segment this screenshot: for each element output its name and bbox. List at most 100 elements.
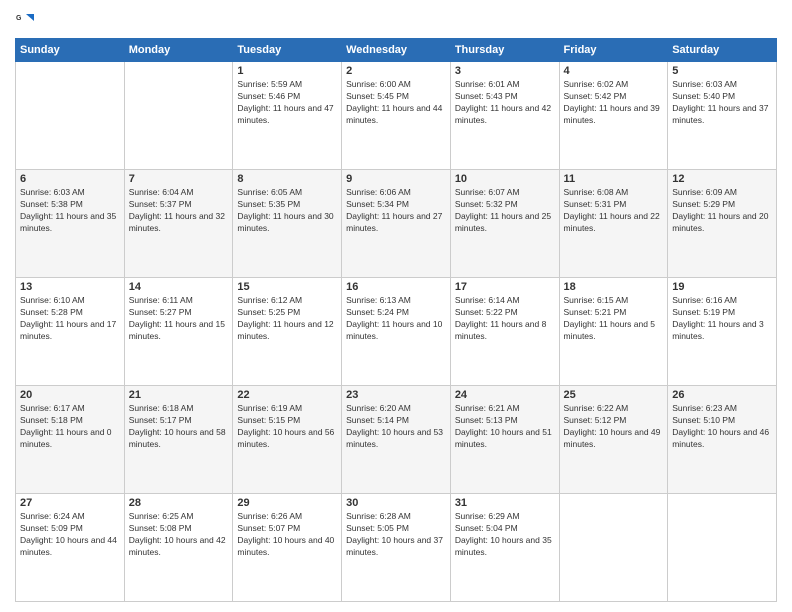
day-number: 7 xyxy=(129,173,229,185)
calendar-day-cell: 26 Sunrise: 6:23 AM Sunset: 5:10 PM Dayli… xyxy=(668,386,777,494)
calendar-day-cell: 17 Sunrise: 6:14 AM Sunset: 5:22 PM Dayli… xyxy=(450,278,559,386)
day-number: 31 xyxy=(455,497,555,509)
day-info: Sunrise: 6:05 AM Sunset: 5:35 PM Dayligh… xyxy=(237,187,337,235)
calendar-day-cell: 16 Sunrise: 6:13 AM Sunset: 5:24 PM Dayli… xyxy=(342,278,451,386)
calendar-day-cell: 28 Sunrise: 6:25 AM Sunset: 5:08 PM Dayli… xyxy=(124,494,233,602)
calendar-day-cell: 25 Sunrise: 6:22 AM Sunset: 5:12 PM Dayli… xyxy=(559,386,668,494)
calendar-week-row: 1Sunrise: 5:59 AM Sunset: 5:46 PM Daylig… xyxy=(16,62,777,170)
calendar-day-cell: 12 Sunrise: 6:09 AM Sunset: 5:29 PM Dayli… xyxy=(668,170,777,278)
calendar-day-cell: 14Sunrise: 6:11 AM Sunset: 5:27 PM Dayli… xyxy=(124,278,233,386)
day-number: 6 xyxy=(20,173,120,185)
calendar-day-cell: 6 Sunrise: 6:03 AM Sunset: 5:38 PM Daylig… xyxy=(16,170,125,278)
day-info: Sunrise: 6:06 AM Sunset: 5:34 PM Dayligh… xyxy=(346,187,446,235)
calendar-week-row: 13 Sunrise: 6:10 AM Sunset: 5:28 PM Dayli… xyxy=(16,278,777,386)
day-number: 25 xyxy=(564,389,664,401)
calendar-day-cell: 13 Sunrise: 6:10 AM Sunset: 5:28 PM Dayli… xyxy=(16,278,125,386)
calendar-day-cell xyxy=(559,494,668,602)
day-info: Sunrise: 6:02 AM Sunset: 5:42 PM Dayligh… xyxy=(564,79,664,127)
calendar-day-cell: 23Sunrise: 6:20 AM Sunset: 5:14 PM Dayli… xyxy=(342,386,451,494)
header: G xyxy=(15,10,777,30)
day-number: 24 xyxy=(455,389,555,401)
day-info: Sunrise: 6:10 AM Sunset: 5:28 PM Dayligh… xyxy=(20,295,120,343)
day-number: 2 xyxy=(346,65,446,77)
calendar-day-cell: 29Sunrise: 6:26 AM Sunset: 5:07 PM Dayli… xyxy=(233,494,342,602)
calendar-day-cell xyxy=(668,494,777,602)
day-info: Sunrise: 6:08 AM Sunset: 5:31 PM Dayligh… xyxy=(564,187,664,235)
calendar-day-cell: 1Sunrise: 5:59 AM Sunset: 5:46 PM Daylig… xyxy=(233,62,342,170)
day-number: 20 xyxy=(20,389,120,401)
day-info: Sunrise: 6:07 AM Sunset: 5:32 PM Dayligh… xyxy=(455,187,555,235)
day-number: 15 xyxy=(237,281,337,293)
weekday-header-cell: Tuesday xyxy=(233,39,342,62)
day-info: Sunrise: 6:14 AM Sunset: 5:22 PM Dayligh… xyxy=(455,295,555,343)
day-number: 22 xyxy=(237,389,337,401)
day-info: Sunrise: 6:19 AM Sunset: 5:15 PM Dayligh… xyxy=(237,403,337,451)
day-number: 8 xyxy=(237,173,337,185)
calendar-day-cell: 31Sunrise: 6:29 AM Sunset: 5:04 PM Dayli… xyxy=(450,494,559,602)
day-info: Sunrise: 6:15 AM Sunset: 5:21 PM Dayligh… xyxy=(564,295,664,343)
calendar-day-cell: 10Sunrise: 6:07 AM Sunset: 5:32 PM Dayli… xyxy=(450,170,559,278)
calendar-day-cell: 27Sunrise: 6:24 AM Sunset: 5:09 PM Dayli… xyxy=(16,494,125,602)
day-number: 16 xyxy=(346,281,446,293)
day-info: Sunrise: 6:24 AM Sunset: 5:09 PM Dayligh… xyxy=(20,511,120,559)
day-info: Sunrise: 6:13 AM Sunset: 5:24 PM Dayligh… xyxy=(346,295,446,343)
day-info: Sunrise: 6:03 AM Sunset: 5:38 PM Dayligh… xyxy=(20,187,120,235)
day-info: Sunrise: 6:09 AM Sunset: 5:29 PM Dayligh… xyxy=(672,187,772,235)
day-number: 28 xyxy=(129,497,229,509)
weekday-header-cell: Saturday xyxy=(668,39,777,62)
day-info: Sunrise: 6:18 AM Sunset: 5:17 PM Dayligh… xyxy=(129,403,229,451)
calendar-day-cell xyxy=(16,62,125,170)
calendar-day-cell: 22 Sunrise: 6:19 AM Sunset: 5:15 PM Dayli… xyxy=(233,386,342,494)
calendar-day-cell: 5Sunrise: 6:03 AM Sunset: 5:40 PM Daylig… xyxy=(668,62,777,170)
day-info: Sunrise: 6:22 AM Sunset: 5:12 PM Dayligh… xyxy=(564,403,664,451)
weekday-header-cell: Monday xyxy=(124,39,233,62)
calendar-day-cell: 24 Sunrise: 6:21 AM Sunset: 5:13 PM Dayli… xyxy=(450,386,559,494)
day-info: Sunrise: 6:21 AM Sunset: 5:13 PM Dayligh… xyxy=(455,403,555,451)
day-number: 26 xyxy=(672,389,772,401)
calendar-day-cell: 18 Sunrise: 6:15 AM Sunset: 5:21 PM Dayli… xyxy=(559,278,668,386)
calendar-day-cell xyxy=(124,62,233,170)
day-info: Sunrise: 6:25 AM Sunset: 5:08 PM Dayligh… xyxy=(129,511,229,559)
logo-icon: G xyxy=(15,10,35,30)
weekday-header-cell: Wednesday xyxy=(342,39,451,62)
day-info: Sunrise: 6:00 AM Sunset: 5:45 PM Dayligh… xyxy=(346,79,446,127)
day-number: 11 xyxy=(564,173,664,185)
weekday-header-cell: Thursday xyxy=(450,39,559,62)
day-info: Sunrise: 6:04 AM Sunset: 5:37 PM Dayligh… xyxy=(129,187,229,235)
day-info: Sunrise: 6:17 AM Sunset: 5:18 PM Dayligh… xyxy=(20,403,120,451)
day-number: 13 xyxy=(20,281,120,293)
weekday-header-row: SundayMondayTuesdayWednesdayThursdayFrid… xyxy=(16,39,777,62)
day-number: 23 xyxy=(346,389,446,401)
calendar-week-row: 6 Sunrise: 6:03 AM Sunset: 5:38 PM Daylig… xyxy=(16,170,777,278)
day-number: 18 xyxy=(564,281,664,293)
calendar-day-cell: 30 Sunrise: 6:28 AM Sunset: 5:05 PM Dayli… xyxy=(342,494,451,602)
day-info: Sunrise: 6:16 AM Sunset: 5:19 PM Dayligh… xyxy=(672,295,772,343)
calendar-container: G SundayMondayTuesdayWednesdayThursdayFr… xyxy=(0,0,792,612)
day-number: 19 xyxy=(672,281,772,293)
day-number: 12 xyxy=(672,173,772,185)
day-number: 29 xyxy=(237,497,337,509)
day-info: Sunrise: 6:12 AM Sunset: 5:25 PM Dayligh… xyxy=(237,295,337,343)
calendar-day-cell: 19 Sunrise: 6:16 AM Sunset: 5:19 PM Dayli… xyxy=(668,278,777,386)
calendar-day-cell: 4Sunrise: 6:02 AM Sunset: 5:42 PM Daylig… xyxy=(559,62,668,170)
day-number: 21 xyxy=(129,389,229,401)
calendar-day-cell: 7 Sunrise: 6:04 AM Sunset: 5:37 PM Daylig… xyxy=(124,170,233,278)
calendar-table: SundayMondayTuesdayWednesdayThursdayFrid… xyxy=(15,38,777,602)
day-number: 9 xyxy=(346,173,446,185)
day-number: 3 xyxy=(455,65,555,77)
weekday-header-cell: Sunday xyxy=(16,39,125,62)
day-info: Sunrise: 5:59 AM Sunset: 5:46 PM Dayligh… xyxy=(237,79,337,127)
calendar-day-cell: 9 Sunrise: 6:06 AM Sunset: 5:34 PM Daylig… xyxy=(342,170,451,278)
calendar-day-cell: 2 Sunrise: 6:00 AM Sunset: 5:45 PM Daylig… xyxy=(342,62,451,170)
day-number: 17 xyxy=(455,281,555,293)
calendar-day-cell: 3Sunrise: 6:01 AM Sunset: 5:43 PM Daylig… xyxy=(450,62,559,170)
day-number: 5 xyxy=(672,65,772,77)
svg-text:G: G xyxy=(16,15,22,22)
calendar-day-cell: 11 Sunrise: 6:08 AM Sunset: 5:31 PM Dayli… xyxy=(559,170,668,278)
calendar-body: 1Sunrise: 5:59 AM Sunset: 5:46 PM Daylig… xyxy=(16,62,777,602)
calendar-day-cell: 21 Sunrise: 6:18 AM Sunset: 5:17 PM Dayli… xyxy=(124,386,233,494)
day-info: Sunrise: 6:11 AM Sunset: 5:27 PM Dayligh… xyxy=(129,295,229,343)
day-info: Sunrise: 6:28 AM Sunset: 5:05 PM Dayligh… xyxy=(346,511,446,559)
day-info: Sunrise: 6:23 AM Sunset: 5:10 PM Dayligh… xyxy=(672,403,772,451)
day-number: 30 xyxy=(346,497,446,509)
